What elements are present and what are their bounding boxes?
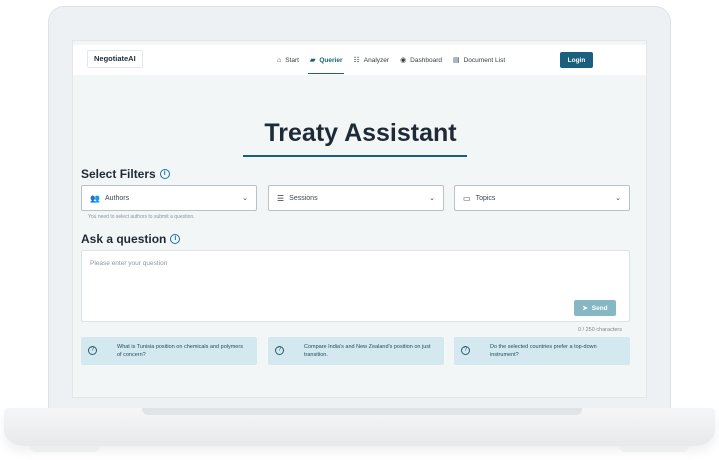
topics-icon: ▭ [463,193,471,203]
nav-item-querier[interactable]: ▰ Querier [307,45,344,75]
send-button-label: Send [591,304,608,312]
authors-dropdown-label: Authors [104,194,130,202]
question-heading: Ask a question i [81,232,181,246]
people-icon: 👥 [90,193,100,203]
nav-item-label: Querier [319,56,343,64]
nav-item-analyzer[interactable]: ☷ Analyzer [353,45,389,75]
send-button[interactable]: ➤ Send [574,300,616,316]
suggestion-card[interactable]: ? What is Tunisia position on chemicals … [81,337,257,365]
nav-item-label: Dashboard [410,56,442,64]
laptop-foot [619,446,689,452]
nav-item-dashboard[interactable]: ◉ Dashboard [400,45,442,75]
page-title: Treaty Assistant [264,119,457,147]
suggestion-text: Compare India's and New Zealand's positi… [304,344,431,358]
document-icon: ▤ [452,57,460,64]
list-icon: ☰ [277,193,285,203]
suggestion-card[interactable]: ? Compare India's and New Zealand's posi… [268,337,444,365]
home-icon: ⌂ [277,56,282,64]
brand-logo[interactable]: NegotiateAI [87,50,143,68]
question-mark-icon: ? [275,346,284,355]
laptop-foot [30,446,100,452]
topics-dropdown-label: Topics [475,194,496,202]
info-icon[interactable]: i [159,169,170,179]
char-counter: 0 / 250 characters [577,327,622,333]
chat-icon: ▰ [309,57,316,64]
nav-item-document-list[interactable]: ▤ Document List [453,45,505,75]
chevron-down-icon: ⌄ [429,195,435,202]
info-icon[interactable]: i [170,234,181,244]
analyzer-icon: ☷ [353,57,360,64]
dashboard-icon: ◉ [400,57,407,64]
sessions-dropdown-label: Sessions [289,194,318,202]
chevron-down-icon: ⌄ [242,195,248,202]
filters-heading-label: Select Filters [81,167,156,181]
question-heading-label: Ask a question [81,232,167,246]
question-box [81,250,630,322]
question-mark-icon: ? [88,346,97,355]
nav-menu: ⌂ Start ▰ Querier ☷ Analyzer ◉ Dashboard… [277,45,505,75]
chevron-down-icon: ⌄ [615,195,621,202]
send-icon: ➤ [582,305,588,312]
question-mark-icon: ? [461,346,470,355]
filters-hint: You need to select authors to submit a q… [88,214,195,220]
authors-dropdown[interactable]: 👥 Authors ⌄ [81,185,257,211]
laptop-hinge [142,408,582,415]
suggestion-card[interactable]: ? Do the selected countries prefer a top… [454,337,630,365]
suggestion-text: Do the selected countries prefer a top-d… [490,344,597,358]
suggestion-text: What is Tunisia position on chemicals an… [117,344,243,358]
title-underline [243,155,467,157]
nav-item-label: Start [285,56,299,64]
nav-item-start[interactable]: ⌂ Start [277,45,299,75]
filters-heading: Select Filters i [81,167,170,181]
question-input[interactable] [82,251,629,321]
topics-dropdown[interactable]: ▭ Topics ⌄ [454,185,630,211]
nav-item-label: Analyzer [363,56,390,64]
nav-item-label: Document List [463,56,506,64]
sessions-dropdown[interactable]: ☰ Sessions ⌄ [268,185,444,211]
login-button[interactable]: Login [560,52,593,68]
top-navbar: NegotiateAI ⌂ Start ▰ Querier ☷ Analyzer… [73,45,646,75]
app-screen: NegotiateAI ⌂ Start ▰ Querier ☷ Analyzer… [72,40,647,398]
